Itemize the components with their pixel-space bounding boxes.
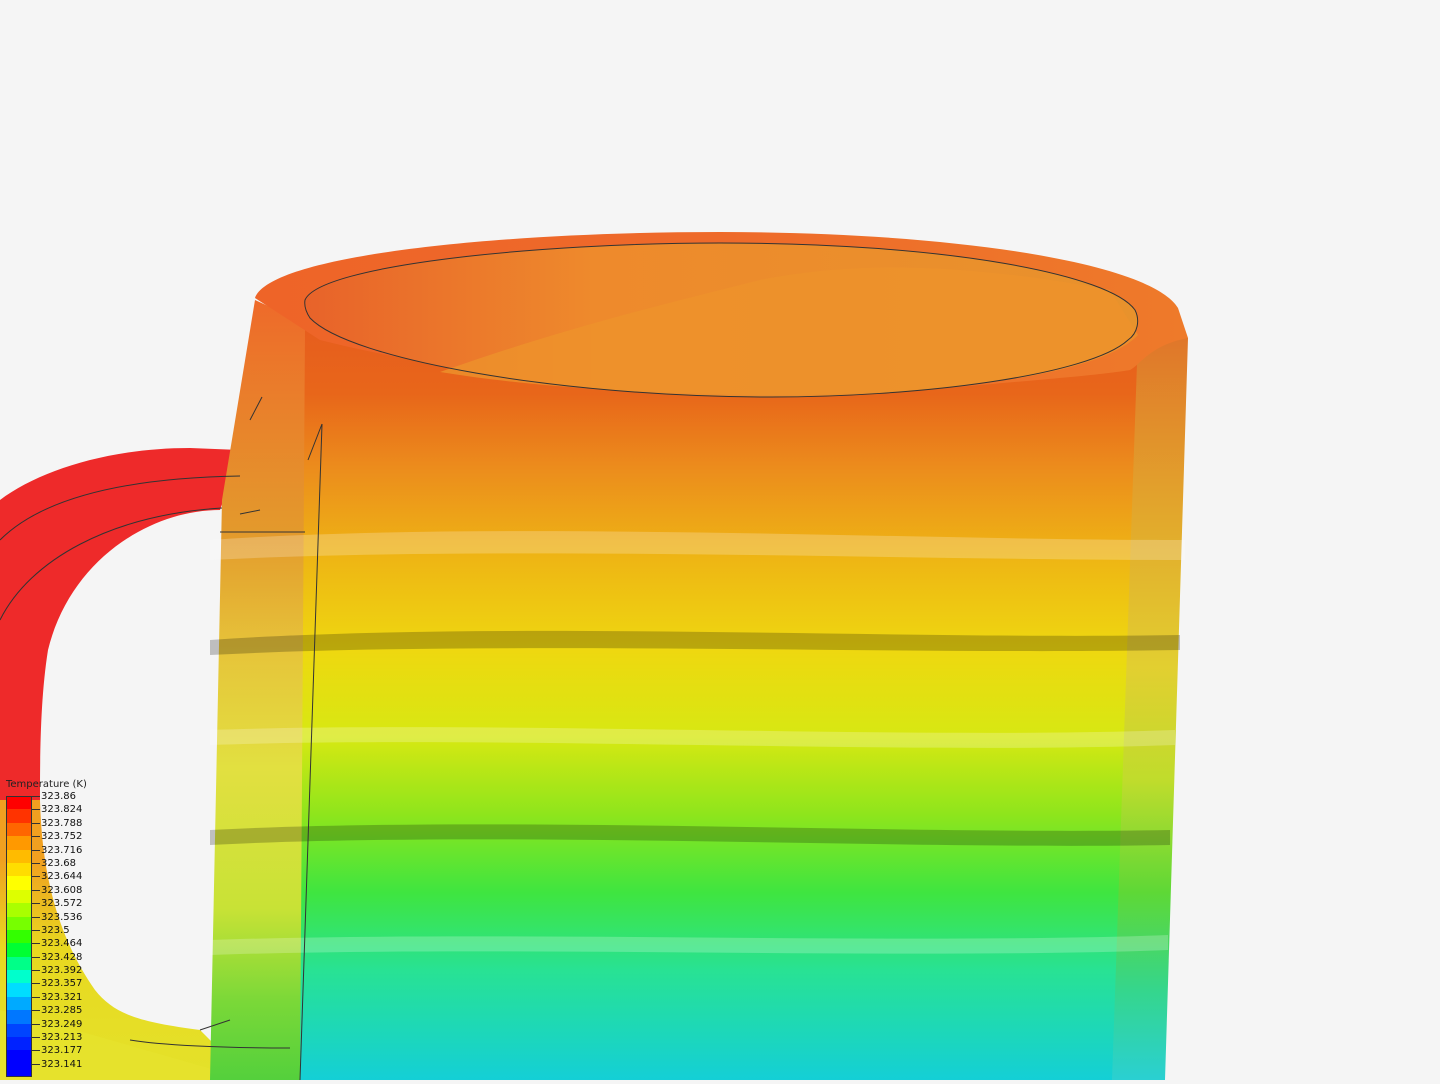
legend-swatch xyxy=(6,1023,32,1038)
legend-swatch xyxy=(6,849,32,863)
legend-swatch xyxy=(6,876,32,890)
legend-swatch xyxy=(6,983,32,997)
legend-swatch xyxy=(6,903,32,917)
legend-label: 323.824 xyxy=(41,804,83,816)
legend-swatch xyxy=(6,970,32,984)
legend-swatch xyxy=(6,809,32,823)
legend-tick xyxy=(32,956,40,958)
legend-swatch xyxy=(6,1037,32,1051)
legend-tick xyxy=(32,809,40,811)
legend-tick xyxy=(32,1063,40,1065)
legend-label: 323.285 xyxy=(41,1005,83,1017)
legend-title: Temperature (K) xyxy=(6,779,87,790)
legend-swatch xyxy=(6,889,32,904)
legend-tick xyxy=(32,1037,40,1039)
mug-body xyxy=(300,330,1138,1080)
legend-swatch xyxy=(6,1063,32,1078)
handle-upper xyxy=(0,448,245,800)
legend-label: 323.464 xyxy=(41,938,83,950)
legend-label: 323.213 xyxy=(41,1032,83,1044)
legend-label: 323.177 xyxy=(41,1045,83,1057)
legend-label: 323.68 xyxy=(41,857,76,869)
legend-label: 323.321 xyxy=(41,991,83,1003)
legend-swatch xyxy=(6,836,32,850)
legend-tick xyxy=(32,889,40,891)
mug-temperature-render xyxy=(0,232,1188,1081)
3d-viewport[interactable]: Temperature (K) 323.86 323.824 323.788 323.… xyxy=(0,0,1440,1081)
legend-label: 323.392 xyxy=(41,965,83,977)
legend-swatch xyxy=(6,1050,32,1064)
legend-tick xyxy=(32,1010,40,1012)
legend-label: 323.716 xyxy=(41,844,83,856)
legend-swatch xyxy=(6,996,32,1011)
legend-tick xyxy=(32,903,40,905)
legend-label: 323.5 xyxy=(41,924,70,936)
legend-tick xyxy=(32,862,40,864)
legend-scale: 323.86 323.824 323.788 323.752 323.716 323.68… xyxy=(6,791,126,1078)
legend-tick xyxy=(32,796,40,797)
legend-label: 323.536 xyxy=(41,911,83,923)
legend-tick xyxy=(32,1023,40,1025)
legend-label: 323.608 xyxy=(41,884,83,896)
legend-swatch xyxy=(6,1010,32,1024)
legend-label: 323.644 xyxy=(41,871,83,883)
legend-swatch xyxy=(6,943,32,957)
legend-tick xyxy=(32,822,40,824)
legend-tick xyxy=(32,836,40,838)
legend-tick xyxy=(32,929,40,931)
legend-swatch xyxy=(6,916,32,930)
legend-label: 323.752 xyxy=(41,831,83,843)
legend-label: 323.788 xyxy=(41,817,83,829)
legend-tick xyxy=(32,916,40,918)
legend-tick xyxy=(32,1050,40,1052)
legend-tick xyxy=(32,970,40,972)
legend-label: 323.357 xyxy=(41,978,83,990)
legend-tick xyxy=(32,849,40,851)
legend-swatch xyxy=(6,929,32,944)
legend-swatch xyxy=(6,956,32,971)
legend-entry: 323.141 xyxy=(6,1059,126,1078)
temperature-legend: Temperature (K) 323.86 323.824 323.788 323.… xyxy=(6,778,126,1078)
legend-tick xyxy=(32,943,40,945)
legend-label: 323.249 xyxy=(41,1018,83,1030)
legend-swatch xyxy=(6,796,32,810)
legend-label: 323.141 xyxy=(41,1058,83,1070)
legend-label: 323.572 xyxy=(41,898,83,910)
legend-tick xyxy=(32,876,40,878)
legend-swatch xyxy=(6,862,32,877)
legend-label: 323.428 xyxy=(41,951,83,963)
legend-tick xyxy=(32,996,40,998)
legend-tick xyxy=(32,983,40,985)
legend-label: 323.86 xyxy=(41,791,76,802)
legend-swatch xyxy=(6,822,32,837)
